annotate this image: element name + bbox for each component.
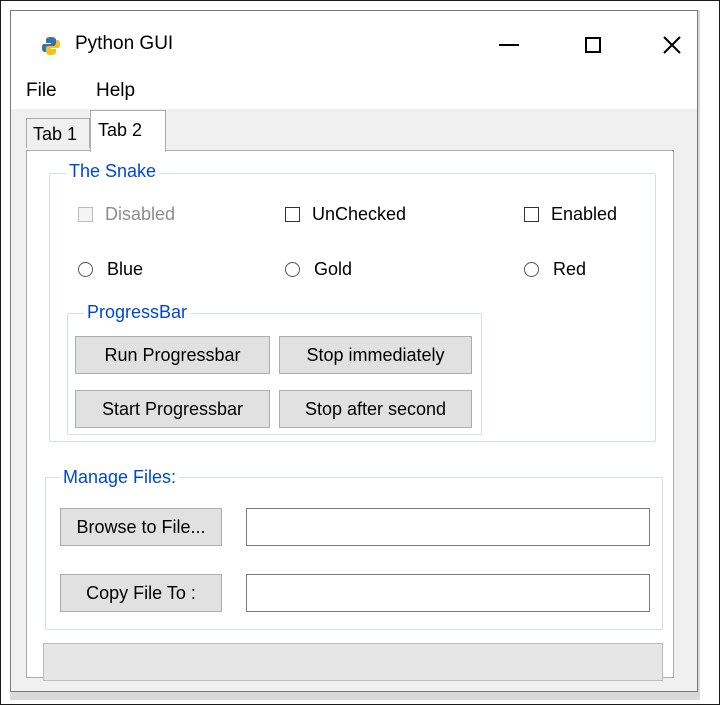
minimize-icon <box>499 44 519 46</box>
checkbox-box[interactable] <box>524 207 539 222</box>
maximize-icon <box>585 37 601 53</box>
checkbox-unchecked[interactable]: UnChecked <box>285 204 406 225</box>
radio-red[interactable]: Red <box>524 259 586 280</box>
radio-label: Gold <box>314 259 353 279</box>
tab-2[interactable]: Tab 2 <box>90 110 166 152</box>
menu-help[interactable]: Help <box>96 80 135 102</box>
checkbox-enabled[interactable]: Enabled <box>524 204 617 225</box>
checkbox-box <box>78 207 93 222</box>
copy-file-to-button[interactable]: Copy File To : <box>60 574 222 612</box>
radio-circle[interactable] <box>524 262 539 277</box>
close-icon <box>663 36 681 54</box>
snake-group-label: The Snake <box>66 161 160 182</box>
menu-file[interactable]: File <box>26 80 57 102</box>
close-button[interactable] <box>649 25 695 65</box>
title-bar: Python GUI <box>11 11 697 75</box>
checkbox-disabled: Disabled <box>78 204 175 225</box>
copy-path-input[interactable] <box>246 574 650 612</box>
checkbox-box[interactable] <box>285 207 300 222</box>
manage-files-group-label: Manage Files: <box>60 467 180 488</box>
progressbar-group-label: ProgressBar <box>84 302 191 323</box>
radio-circle[interactable] <box>78 262 93 277</box>
minimize-button[interactable] <box>486 25 532 65</box>
window-title: Python GUI <box>75 33 174 54</box>
progress-bar <box>43 643 663 681</box>
radio-gold[interactable]: Gold <box>285 259 352 280</box>
stop-immediately-button[interactable]: Stop immediately <box>279 336 472 374</box>
checkbox-label: UnChecked <box>312 204 407 224</box>
radio-label: Blue <box>107 259 144 279</box>
run-progressbar-button[interactable]: Run Progressbar <box>75 336 270 374</box>
checkbox-label: Disabled <box>105 204 176 224</box>
checkbox-label: Enabled <box>551 204 618 224</box>
python-icon <box>41 36 61 56</box>
radio-label: Red <box>553 259 587 279</box>
maximize-button[interactable] <box>570 25 616 65</box>
tab-1[interactable]: Tab 1 <box>26 118 90 148</box>
start-progressbar-button[interactable]: Start Progressbar <box>75 390 270 428</box>
radio-circle[interactable] <box>285 262 300 277</box>
stop-after-second-button[interactable]: Stop after second <box>279 390 472 428</box>
browse-path-input[interactable] <box>246 508 650 546</box>
radio-blue[interactable]: Blue <box>78 259 143 280</box>
browse-to-file-button[interactable]: Browse to File... <box>60 508 222 546</box>
